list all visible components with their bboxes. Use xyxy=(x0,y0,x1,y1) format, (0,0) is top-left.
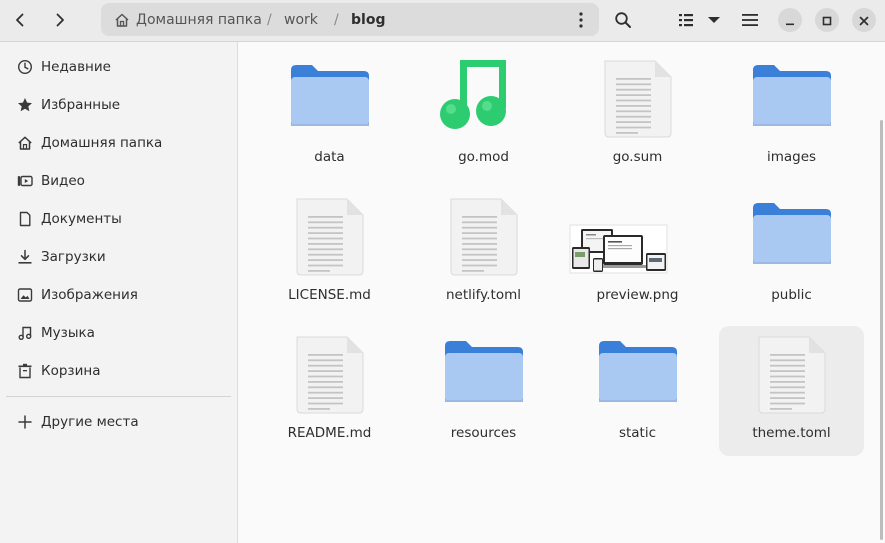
main-menu-button[interactable] xyxy=(734,5,766,35)
file-item[interactable]: go.mod xyxy=(411,50,556,180)
vertical-dots-icon[interactable] xyxy=(573,11,589,33)
view-toggle-button[interactable] xyxy=(670,5,702,35)
text-file-icon xyxy=(392,188,537,284)
go-back-icon xyxy=(12,12,28,28)
file-item[interactable]: LICENSE.md xyxy=(257,188,402,318)
file-name: resources xyxy=(450,425,517,441)
sidebar-item-label: Изображения xyxy=(41,287,138,303)
minimize-button[interactable] xyxy=(778,8,802,32)
folder-icon xyxy=(392,326,537,422)
header-bar: Домашняя папка / work / blog xyxy=(0,0,885,42)
file-name: public xyxy=(771,287,812,303)
home-icon xyxy=(114,12,130,32)
file-manager-window: Домашняя папка / work / blog Недавние Из… xyxy=(0,0,885,543)
file-item[interactable]: README.md xyxy=(257,326,402,456)
breadcrumb-separator: / xyxy=(334,12,339,28)
breadcrumb-blog[interactable]: blog xyxy=(351,12,385,28)
sidebar-item-label: Домашняя папка xyxy=(41,135,163,151)
star-icon xyxy=(17,97,33,113)
sidebar-item-trash[interactable]: Корзина xyxy=(0,354,238,388)
folder-icon xyxy=(700,50,845,146)
file-item[interactable]: netlify.toml xyxy=(411,188,556,318)
folder-icon xyxy=(700,188,845,284)
text-file-icon xyxy=(700,326,845,422)
close-icon xyxy=(859,11,869,30)
music-icon xyxy=(17,325,33,341)
sidebar-divider xyxy=(6,396,231,397)
sidebar-item-downloads[interactable]: Загрузки xyxy=(0,240,238,274)
file-name: theme.toml xyxy=(752,425,831,441)
download-icon xyxy=(17,249,33,265)
sidebar-item-documents[interactable]: Документы xyxy=(0,202,238,236)
back-button[interactable] xyxy=(4,5,36,35)
maximize-button[interactable] xyxy=(815,8,839,32)
sidebar-item-label: Документы xyxy=(41,211,122,227)
plus-icon xyxy=(17,414,33,430)
sidebar-item-label: Музыка xyxy=(41,325,95,341)
go-forward-icon xyxy=(52,12,68,28)
minimize-icon xyxy=(785,11,795,30)
sidebar-item-label: Недавние xyxy=(41,59,111,75)
image-file-icon xyxy=(546,188,691,284)
search-icon xyxy=(614,11,632,29)
file-name: go.sum xyxy=(612,149,663,165)
sidebar-item-label: Другие места xyxy=(41,414,139,430)
music-file-icon xyxy=(392,50,537,146)
sidebar-item-music[interactable]: Музыка xyxy=(0,316,238,350)
file-item[interactable]: public xyxy=(719,188,864,318)
document-icon xyxy=(17,211,33,227)
search-button[interactable] xyxy=(607,5,639,35)
breadcrumb-home[interactable]: Домашняя папка xyxy=(136,12,262,28)
sidebar-item-label: Загрузки xyxy=(41,249,106,265)
file-name: README.md xyxy=(287,425,372,441)
sidebar-item-label: Видео xyxy=(41,173,85,189)
file-item[interactable]: images xyxy=(719,50,864,180)
file-name: LICENSE.md xyxy=(288,287,371,303)
sidebar-item-videos[interactable]: Видео xyxy=(0,164,238,198)
sidebar-item-recent[interactable]: Недавние xyxy=(0,50,238,84)
breadcrumb-work[interactable]: work xyxy=(284,12,318,28)
sidebar-item-pictures[interactable]: Изображения xyxy=(0,278,238,312)
file-item[interactable]: preview.png xyxy=(565,188,710,318)
text-file-icon xyxy=(546,50,691,146)
folder-icon xyxy=(238,50,383,146)
sidebar-item-other-places[interactable]: Другие места xyxy=(0,405,238,439)
file-grid: academic.Rprojassetsconfigcontentdatago.… xyxy=(238,42,885,543)
image-icon xyxy=(17,287,33,303)
maximize-icon xyxy=(822,11,832,30)
sidebar-item-label: Избранные xyxy=(41,97,121,113)
hamburger-menu-icon xyxy=(742,13,758,27)
file-item[interactable]: data xyxy=(257,50,402,180)
home-icon xyxy=(17,135,33,151)
file-item[interactable]: go.sum xyxy=(565,50,710,180)
file-name: go.mod xyxy=(458,149,509,165)
trash-icon xyxy=(17,363,33,379)
folder-icon xyxy=(546,326,691,422)
file-name: images xyxy=(766,149,817,165)
clock-icon xyxy=(17,59,33,75)
text-file-icon xyxy=(238,326,383,422)
path-bar: Домашняя папка / work / blog xyxy=(101,3,599,36)
video-icon xyxy=(17,173,33,189)
sidebar-item-starred[interactable]: Избранные xyxy=(0,88,238,122)
scrollbar[interactable] xyxy=(880,120,883,540)
file-item[interactable]: resources xyxy=(411,326,556,456)
sidebar: Недавние Избранные Домашняя папка Видео … xyxy=(0,42,238,543)
file-name: netlify.toml xyxy=(446,287,521,303)
breadcrumb-separator: / xyxy=(267,12,272,28)
file-name: data xyxy=(314,149,345,165)
sidebar-item-label: Корзина xyxy=(41,363,101,379)
file-item[interactable]: theme.toml xyxy=(719,326,864,456)
view-options-button[interactable] xyxy=(700,5,728,35)
chevron-down-icon xyxy=(707,15,721,25)
text-file-icon xyxy=(238,188,383,284)
list-view-icon xyxy=(678,12,694,28)
sidebar-item-home[interactable]: Домашняя папка xyxy=(0,126,238,160)
file-name: static xyxy=(618,425,657,441)
file-icon xyxy=(238,42,383,48)
close-button[interactable] xyxy=(852,8,876,32)
file-item[interactable]: static xyxy=(565,326,710,456)
file-name: preview.png xyxy=(596,287,679,303)
forward-button[interactable] xyxy=(44,5,76,35)
